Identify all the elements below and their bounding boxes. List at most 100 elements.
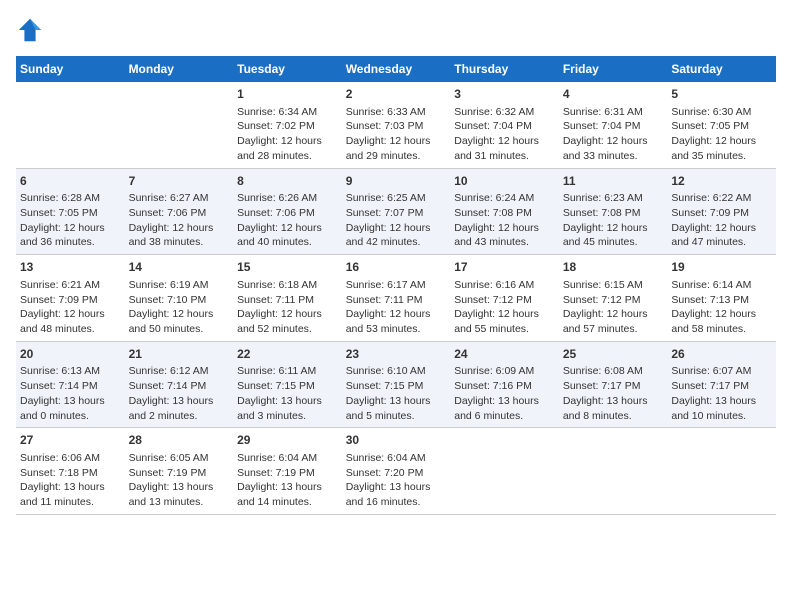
calendar-day-cell: 28Sunrise: 6:05 AM Sunset: 7:19 PM Dayli…	[125, 428, 234, 515]
calendar-day-cell: 25Sunrise: 6:08 AM Sunset: 7:17 PM Dayli…	[559, 341, 668, 428]
day-number: 13	[20, 259, 121, 276]
calendar-week-row: 20Sunrise: 6:13 AM Sunset: 7:14 PM Dayli…	[16, 341, 776, 428]
day-number: 21	[129, 346, 230, 363]
calendar-day-cell	[667, 428, 776, 515]
day-info: Sunrise: 6:04 AM Sunset: 7:20 PM Dayligh…	[346, 451, 447, 510]
calendar-day-cell: 5 Sunrise: 6:30 AM Sunset: 7:05 PM Daylig…	[667, 82, 776, 168]
day-number: 11	[563, 173, 664, 190]
calendar-day-cell: 11Sunrise: 6:23 AM Sunset: 7:08 PM Dayli…	[559, 168, 668, 255]
page-header	[16, 16, 776, 44]
day-info: Sunrise: 6:26 AM Sunset: 7:06 PM Dayligh…	[237, 191, 338, 250]
calendar-week-row: 1 Sunrise: 6:34 AM Sunset: 7:02 PM Daylig…	[16, 82, 776, 168]
day-number: 19	[671, 259, 772, 276]
calendar-day-cell	[559, 428, 668, 515]
weekday-label: Tuesday	[233, 56, 342, 82]
calendar-day-cell	[125, 82, 234, 168]
day-info: Sunrise: 6:09 AM Sunset: 7:16 PM Dayligh…	[454, 364, 555, 423]
day-number: 26	[671, 346, 772, 363]
day-info: Sunrise: 6:22 AM Sunset: 7:09 PM Dayligh…	[671, 191, 772, 250]
weekday-label: Friday	[559, 56, 668, 82]
calendar-day-cell: 19 Sunrise: 6:14 AM Sunset: 7:13 PM Dayli…	[667, 255, 776, 342]
day-number: 8	[237, 173, 338, 190]
day-info: Sunrise: 6:05 AM Sunset: 7:19 PM Dayligh…	[129, 451, 230, 510]
day-info: Sunrise: 6:27 AM Sunset: 7:06 PM Dayligh…	[129, 191, 230, 250]
day-info: Sunrise: 6:12 AM Sunset: 7:14 PM Dayligh…	[129, 364, 230, 423]
calendar-day-cell: 3Sunrise: 6:32 AM Sunset: 7:04 PM Daylig…	[450, 82, 559, 168]
day-info: Sunrise: 6:18 AM Sunset: 7:11 PM Dayligh…	[237, 278, 338, 337]
weekday-label: Saturday	[667, 56, 776, 82]
calendar-day-cell: 15 Sunrise: 6:18 AM Sunset: 7:11 PM Dayli…	[233, 255, 342, 342]
day-number: 10	[454, 173, 555, 190]
calendar-day-cell: 16 Sunrise: 6:17 AM Sunset: 7:11 PM Dayli…	[342, 255, 451, 342]
day-info: Sunrise: 6:30 AM Sunset: 7:05 PM Dayligh…	[671, 105, 772, 164]
calendar-day-cell: 26Sunrise: 6:07 AM Sunset: 7:17 PM Dayli…	[667, 341, 776, 428]
day-info: Sunrise: 6:08 AM Sunset: 7:17 PM Dayligh…	[563, 364, 664, 423]
day-number: 27	[20, 432, 121, 449]
day-number: 29	[237, 432, 338, 449]
weekday-label: Thursday	[450, 56, 559, 82]
day-info: Sunrise: 6:25 AM Sunset: 7:07 PM Dayligh…	[346, 191, 447, 250]
day-number: 3	[454, 86, 555, 103]
calendar-day-cell: 18 Sunrise: 6:15 AM Sunset: 7:12 PM Dayli…	[559, 255, 668, 342]
day-number: 18	[563, 259, 664, 276]
day-info: Sunrise: 6:24 AM Sunset: 7:08 PM Dayligh…	[454, 191, 555, 250]
calendar-header: SundayMondayTuesdayWednesdayThursdayFrid…	[16, 56, 776, 82]
calendar-body: 1 Sunrise: 6:34 AM Sunset: 7:02 PM Daylig…	[16, 82, 776, 514]
day-info: Sunrise: 6:13 AM Sunset: 7:14 PM Dayligh…	[20, 364, 121, 423]
logo-icon	[16, 16, 44, 44]
calendar-day-cell: 23Sunrise: 6:10 AM Sunset: 7:15 PM Dayli…	[342, 341, 451, 428]
calendar-day-cell: 12Sunrise: 6:22 AM Sunset: 7:09 PM Dayli…	[667, 168, 776, 255]
day-number: 9	[346, 173, 447, 190]
day-info: Sunrise: 6:31 AM Sunset: 7:04 PM Dayligh…	[563, 105, 664, 164]
calendar-day-cell: 21Sunrise: 6:12 AM Sunset: 7:14 PM Dayli…	[125, 341, 234, 428]
calendar-day-cell	[16, 82, 125, 168]
calendar-day-cell: 20Sunrise: 6:13 AM Sunset: 7:14 PM Dayli…	[16, 341, 125, 428]
calendar-day-cell: 1 Sunrise: 6:34 AM Sunset: 7:02 PM Daylig…	[233, 82, 342, 168]
day-number: 14	[129, 259, 230, 276]
calendar-day-cell	[450, 428, 559, 515]
calendar-day-cell: 13Sunrise: 6:21 AM Sunset: 7:09 PM Dayli…	[16, 255, 125, 342]
calendar-day-cell: 30 Sunrise: 6:04 AM Sunset: 7:20 PM Dayli…	[342, 428, 451, 515]
day-info: Sunrise: 6:28 AM Sunset: 7:05 PM Dayligh…	[20, 191, 121, 250]
day-number: 17	[454, 259, 555, 276]
calendar-day-cell: 24Sunrise: 6:09 AM Sunset: 7:16 PM Dayli…	[450, 341, 559, 428]
calendar-day-cell: 2 Sunrise: 6:33 AM Sunset: 7:03 PM Daylig…	[342, 82, 451, 168]
day-number: 15	[237, 259, 338, 276]
day-number: 25	[563, 346, 664, 363]
day-number: 22	[237, 346, 338, 363]
calendar-table: SundayMondayTuesdayWednesdayThursdayFrid…	[16, 56, 776, 515]
day-info: Sunrise: 6:23 AM Sunset: 7:08 PM Dayligh…	[563, 191, 664, 250]
day-info: Sunrise: 6:04 AM Sunset: 7:19 PM Dayligh…	[237, 451, 338, 510]
day-number: 4	[563, 86, 664, 103]
day-number: 20	[20, 346, 121, 363]
calendar-week-row: 13Sunrise: 6:21 AM Sunset: 7:09 PM Dayli…	[16, 255, 776, 342]
day-number: 5	[671, 86, 772, 103]
day-info: Sunrise: 6:17 AM Sunset: 7:11 PM Dayligh…	[346, 278, 447, 337]
day-number: 30	[346, 432, 447, 449]
day-number: 16	[346, 259, 447, 276]
day-info: Sunrise: 6:16 AM Sunset: 7:12 PM Dayligh…	[454, 278, 555, 337]
calendar-week-row: 27Sunrise: 6:06 AM Sunset: 7:18 PM Dayli…	[16, 428, 776, 515]
calendar-day-cell: 8Sunrise: 6:26 AM Sunset: 7:06 PM Daylig…	[233, 168, 342, 255]
day-info: Sunrise: 6:19 AM Sunset: 7:10 PM Dayligh…	[129, 278, 230, 337]
calendar-day-cell: 27Sunrise: 6:06 AM Sunset: 7:18 PM Dayli…	[16, 428, 125, 515]
day-info: Sunrise: 6:33 AM Sunset: 7:03 PM Dayligh…	[346, 105, 447, 164]
day-number: 1	[237, 86, 338, 103]
calendar-day-cell: 7Sunrise: 6:27 AM Sunset: 7:06 PM Daylig…	[125, 168, 234, 255]
calendar-day-cell: 4 Sunrise: 6:31 AM Sunset: 7:04 PM Daylig…	[559, 82, 668, 168]
day-info: Sunrise: 6:07 AM Sunset: 7:17 PM Dayligh…	[671, 364, 772, 423]
day-number: 23	[346, 346, 447, 363]
day-number: 2	[346, 86, 447, 103]
calendar-day-cell: 17 Sunrise: 6:16 AM Sunset: 7:12 PM Dayli…	[450, 255, 559, 342]
day-info: Sunrise: 6:15 AM Sunset: 7:12 PM Dayligh…	[563, 278, 664, 337]
weekday-label: Wednesday	[342, 56, 451, 82]
weekday-label: Sunday	[16, 56, 125, 82]
weekday-header-row: SundayMondayTuesdayWednesdayThursdayFrid…	[16, 56, 776, 82]
day-number: 6	[20, 173, 121, 190]
day-info: Sunrise: 6:34 AM Sunset: 7:02 PM Dayligh…	[237, 105, 338, 164]
calendar-day-cell: 29 Sunrise: 6:04 AM Sunset: 7:19 PM Dayli…	[233, 428, 342, 515]
logo	[16, 16, 48, 44]
calendar-day-cell: 6Sunrise: 6:28 AM Sunset: 7:05 PM Daylig…	[16, 168, 125, 255]
day-info: Sunrise: 6:14 AM Sunset: 7:13 PM Dayligh…	[671, 278, 772, 337]
calendar-day-cell: 22Sunrise: 6:11 AM Sunset: 7:15 PM Dayli…	[233, 341, 342, 428]
